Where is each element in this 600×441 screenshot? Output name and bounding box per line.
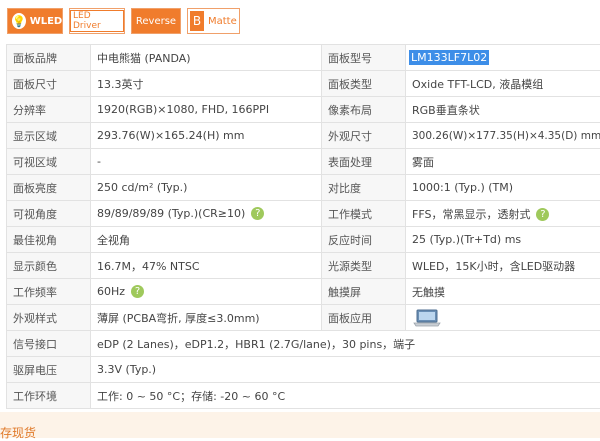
- spec-value: -: [91, 149, 322, 175]
- spec-value-text: 60Hz: [97, 285, 125, 298]
- spec-value: 薄屏 (PCBA弯折, 厚度≤3.0mm): [91, 305, 322, 331]
- spec-value: 中电熊猫 (PANDA): [91, 45, 322, 71]
- spec-value: 250 cd/m² (Typ.): [91, 175, 322, 201]
- spec-key: 面板型号: [322, 45, 406, 71]
- spec-key: 工作频率: [7, 279, 91, 305]
- spec-key: 可视区域: [7, 149, 91, 175]
- laptop-icon[interactable]: [412, 309, 442, 327]
- spec-key: 外观尺寸: [322, 123, 406, 149]
- badge-label: Matte: [208, 16, 237, 27]
- spec-value: eDP (2 Lanes)，eDP1.2，HBR1 (2.7G/lane)，30…: [91, 331, 600, 357]
- spec-key: 信号接口: [7, 331, 91, 357]
- selected-model-text[interactable]: LM133LF7L02: [409, 50, 489, 65]
- badge-label: LED Driver: [70, 10, 124, 32]
- spec-value: 无触摸: [406, 279, 600, 305]
- spec-value: 工作: 0 ~ 50 °C；存储: -20 ~ 60 °C: [91, 383, 600, 409]
- table-row: 分辨率 1920(RGB)×1080, FHD, 166PPI 像素布局 RGB…: [7, 97, 600, 123]
- spec-value: 13.3英寸: [91, 71, 322, 97]
- spec-value: 25 (Typ.)(Tr+Td) ms: [406, 227, 600, 253]
- table-row: 面板尺寸 13.3英寸 面板类型 Oxide TFT-LCD, 液晶模组: [7, 71, 600, 97]
- feature-badges: 💡 WLED LED Driver Reverse B Matte: [0, 0, 600, 44]
- spec-value: Oxide TFT-LCD, 液晶模组: [406, 71, 600, 97]
- table-row: 显示区域 293.76(W)×165.24(H) mm 外观尺寸 300.26(…: [7, 123, 600, 149]
- spec-table: 面板品牌 中电熊猫 (PANDA) 面板型号 LM133LF7L02 面板尺寸 …: [6, 44, 600, 409]
- spec-key: 最佳视角: [7, 227, 91, 253]
- badge-wled[interactable]: 💡 WLED: [7, 8, 63, 34]
- table-row: 显示颜色 16.7M，47% NTSC 光源类型 WLED，15K小时，含LED…: [7, 253, 600, 279]
- spec-key: 对比度: [322, 175, 406, 201]
- spec-key: 可视角度: [7, 201, 91, 227]
- spec-key: 像素布局: [322, 97, 406, 123]
- help-icon[interactable]: ?: [251, 207, 264, 220]
- badge-label: WLED: [30, 16, 63, 27]
- spec-key: 显示颜色: [7, 253, 91, 279]
- spec-key: 面板品牌: [7, 45, 91, 71]
- table-row: 面板亮度 250 cd/m² (Typ.) 对比度 1000:1 (Typ.) …: [7, 175, 600, 201]
- spec-value-text: FFS，常黑显示，透射式: [412, 208, 530, 221]
- spec-key: 光源类型: [322, 253, 406, 279]
- spec-value: LM133LF7L02: [406, 45, 600, 71]
- spec-page: 💡 WLED LED Driver Reverse B Matte 面板品牌 中…: [0, 0, 600, 438]
- table-row: 可视角度 89/89/89/89 (Typ.)(CR≥10)? 工作模式 FFS…: [7, 201, 600, 227]
- table-row: 面板品牌 中电熊猫 (PANDA) 面板型号 LM133LF7L02: [7, 45, 600, 71]
- spec-key: 面板应用: [322, 305, 406, 331]
- table-row: 驱屏电压 3.3V (Typ.): [7, 357, 600, 383]
- matte-b-icon: B: [190, 11, 204, 31]
- spec-value: [406, 305, 600, 331]
- spec-value: 1920(RGB)×1080, FHD, 166PPI: [91, 97, 322, 123]
- spec-value: 雾面: [406, 149, 600, 175]
- spec-value: 60Hz?: [91, 279, 322, 305]
- spec-key: 反应时间: [322, 227, 406, 253]
- spec-key: 驱屏电压: [7, 357, 91, 383]
- table-row: 最佳视角 全视角 反应时间 25 (Typ.)(Tr+Td) ms: [7, 227, 600, 253]
- spec-value: RGB垂直条状: [406, 97, 600, 123]
- badge-reverse[interactable]: Reverse: [131, 8, 181, 34]
- badge-led-driver[interactable]: LED Driver: [69, 8, 125, 34]
- spec-value: 3.3V (Typ.): [91, 357, 600, 383]
- spec-key: 表面处理: [322, 149, 406, 175]
- spec-key: 面板类型: [322, 71, 406, 97]
- spec-key: 面板尺寸: [7, 71, 91, 97]
- table-row: 外观样式 薄屏 (PCBA弯折, 厚度≤3.0mm) 面板应用: [7, 305, 600, 331]
- spec-value: 300.26(W)×177.35(H)×4.35(D) mm: [406, 123, 600, 149]
- table-row: 工作环境 工作: 0 ~ 50 °C；存储: -20 ~ 60 °C: [7, 383, 600, 409]
- spec-key: 外观样式: [7, 305, 91, 331]
- help-icon[interactable]: ?: [131, 285, 144, 298]
- spec-value: 16.7M，47% NTSC: [91, 253, 322, 279]
- spec-key: 触摸屏: [322, 279, 406, 305]
- spec-value: FFS，常黑显示，透射式?: [406, 201, 600, 227]
- lightbulb-icon: 💡: [12, 13, 26, 29]
- badge-matte[interactable]: B Matte: [187, 8, 240, 34]
- spec-value: 89/89/89/89 (Typ.)(CR≥10)?: [91, 201, 322, 227]
- spec-value-text: 89/89/89/89 (Typ.)(CR≥10): [97, 207, 245, 220]
- stock-heading: 存现货: [0, 424, 36, 441]
- spec-key: 工作模式: [322, 201, 406, 227]
- badge-label: Reverse: [136, 16, 176, 27]
- spec-key: 显示区域: [7, 123, 91, 149]
- spec-value: 293.76(W)×165.24(H) mm: [91, 123, 322, 149]
- stock-section-header: 存现货: [0, 412, 600, 438]
- spec-value: 1000:1 (Typ.) (TM): [406, 175, 600, 201]
- spec-value: WLED，15K小时，含LED驱动器: [406, 253, 600, 279]
- spec-key: 分辨率: [7, 97, 91, 123]
- help-icon[interactable]: ?: [536, 208, 549, 221]
- spec-key: 工作环境: [7, 383, 91, 409]
- spec-value: 全视角: [91, 227, 322, 253]
- table-row: 可视区域 - 表面处理 雾面: [7, 149, 600, 175]
- spec-key: 面板亮度: [7, 175, 91, 201]
- table-row: 信号接口 eDP (2 Lanes)，eDP1.2，HBR1 (2.7G/lan…: [7, 331, 600, 357]
- table-row: 工作频率 60Hz? 触摸屏 无触摸: [7, 279, 600, 305]
